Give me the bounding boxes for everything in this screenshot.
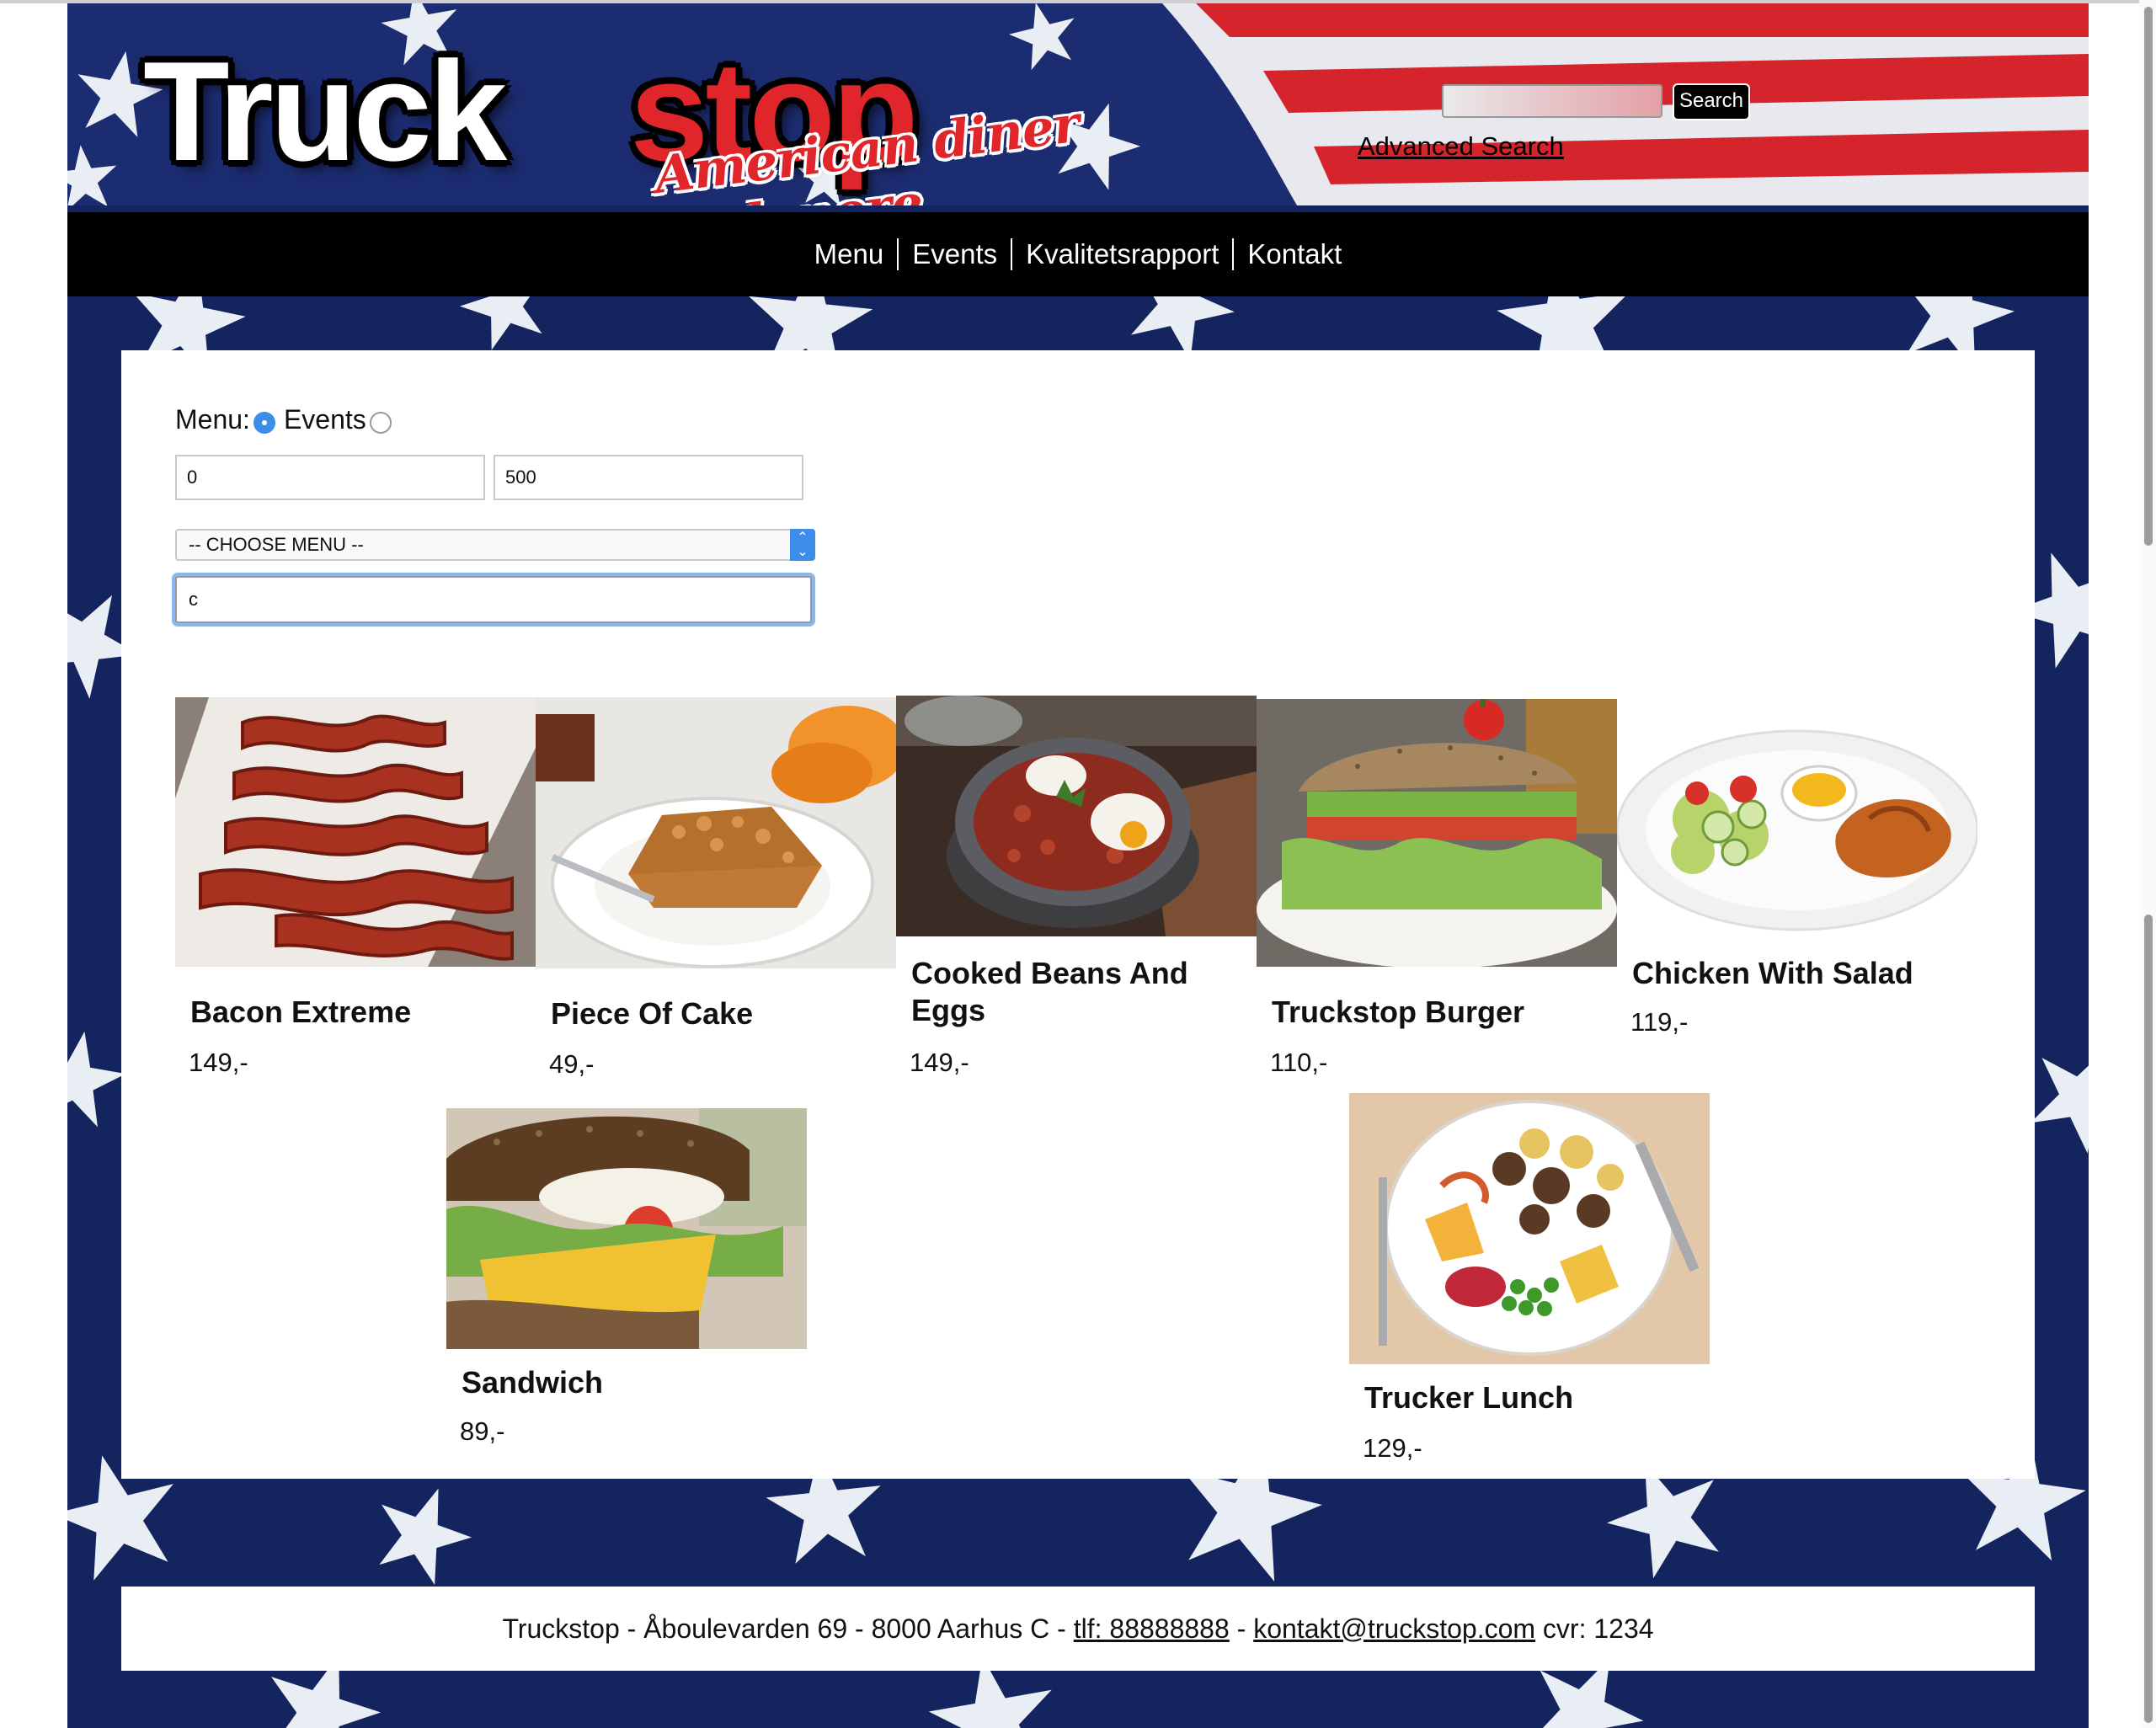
product-name[interactable]: Truckstop Burger bbox=[1272, 994, 1609, 1031]
product-name[interactable]: Trucker Lunch bbox=[1364, 1379, 1701, 1416]
product-image-beans-and-eggs[interactable] bbox=[896, 696, 1257, 936]
nav-item-menu[interactable]: Menu bbox=[801, 237, 898, 271]
radio-menu[interactable] bbox=[253, 411, 275, 434]
radio-menu-label: Menu: bbox=[175, 404, 250, 435]
logo-text-truck: Truck bbox=[143, 32, 507, 190]
nav-item-kontakt[interactable]: Kontakt bbox=[1234, 237, 1355, 271]
footer-cvr: cvr: 1234 bbox=[1535, 1613, 1654, 1644]
price-max-input[interactable]: 500 bbox=[494, 455, 803, 500]
product-price: 149,- bbox=[910, 1048, 969, 1077]
product-name[interactable]: Chicken With Salad bbox=[1632, 955, 1969, 992]
product-price: 49,- bbox=[549, 1049, 595, 1079]
main-nav: Menu Events Kvalitetsrapport Kontakt bbox=[67, 212, 2089, 296]
scrollbar-thumb[interactable] bbox=[2144, 915, 2153, 1723]
site-header: Truck stop American diner and more Searc… bbox=[67, 3, 2089, 205]
footer-phone-link[interactable]: tlf: 88888888 bbox=[1074, 1613, 1230, 1645]
truckstop-logo[interactable]: Truck stop American diner and more bbox=[143, 32, 1154, 205]
advanced-search-panel: Menu: Events 0 500 -- CHOOSE MENU -- ⌃ ⌄ … bbox=[121, 350, 2035, 1479]
product-name[interactable]: Bacon Extreme bbox=[190, 994, 527, 1031]
menu-select-value: -- CHOOSE MENU -- bbox=[189, 534, 364, 555]
product-price: 149,- bbox=[189, 1048, 248, 1077]
site-wrapper: Truck stop American diner and more Searc… bbox=[67, 3, 2089, 1728]
footer-separator: - bbox=[1229, 1613, 1254, 1644]
product-image-burger[interactable] bbox=[1257, 699, 1617, 967]
product-price: 110,- bbox=[1270, 1048, 1328, 1077]
product-price: 119,- bbox=[1630, 1007, 1689, 1037]
product-image-chicken-salad[interactable] bbox=[1617, 726, 1977, 935]
footer-address: Truckstop - Åboulevarden 69 - 8000 Aarhu… bbox=[502, 1613, 1074, 1644]
select-arrows-icon: ⌃ ⌄ bbox=[790, 529, 815, 561]
radio-events[interactable] bbox=[369, 411, 392, 434]
footer-email-link[interactable]: kontakt@truckstop.com bbox=[1253, 1613, 1535, 1645]
product-price: 129,- bbox=[1363, 1433, 1422, 1463]
product-image-bacon[interactable] bbox=[175, 697, 536, 967]
site-footer: Truckstop - Åboulevarden 69 - 8000 Aarhu… bbox=[121, 1587, 2035, 1671]
nav-item-kvalitetsrapport[interactable]: Kvalitetsrapport bbox=[1012, 237, 1232, 271]
product-image-lunch-plate[interactable] bbox=[1349, 1093, 1710, 1364]
nav-item-events[interactable]: Events bbox=[899, 237, 1011, 271]
price-min-input[interactable]: 0 bbox=[175, 455, 485, 500]
menu-category-select[interactable]: -- CHOOSE MENU -- ⌃ ⌄ bbox=[175, 529, 815, 561]
product-name[interactable]: Piece Of Cake bbox=[551, 995, 888, 1032]
type-radio-group: Menu: Events bbox=[175, 404, 395, 435]
radio-events-label: Events bbox=[283, 404, 366, 435]
scrollbar-thumb[interactable] bbox=[2144, 7, 2153, 546]
product-image-cake[interactable] bbox=[536, 697, 896, 968]
header-search-input[interactable] bbox=[1442, 84, 1662, 118]
header-search-button[interactable]: Search bbox=[1673, 83, 1750, 120]
product-price: 89,- bbox=[460, 1416, 505, 1446]
product-name[interactable]: Sandwich bbox=[462, 1364, 798, 1401]
product-image-sandwich[interactable] bbox=[446, 1108, 807, 1349]
search-query-input[interactable]: c bbox=[175, 576, 812, 623]
advanced-search-link[interactable]: Advanced Search bbox=[1358, 131, 1564, 162]
product-name[interactable]: Cooked Beans And Eggs bbox=[911, 955, 1248, 1029]
